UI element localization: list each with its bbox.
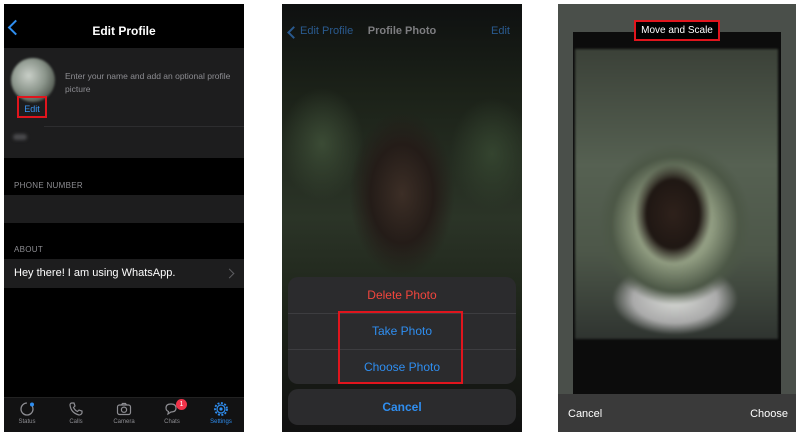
phone-number-field[interactable] [4,195,244,223]
edit-photo-button[interactable]: Edit [17,96,47,118]
phone-number-label: PHONE NUMBER [14,181,83,190]
tab-label: Status [18,419,36,425]
highlight-box [338,311,463,384]
tab-label: Settings [210,419,232,425]
unread-badge: 1 [176,399,187,410]
edit-button[interactable]: Edit [491,25,510,37]
title-bar: Move and Scale [558,20,796,41]
profile-card: Enter your name and add an optional prof… [4,48,244,158]
tab-label: Camera [113,419,135,425]
delete-photo-button[interactable]: Delete Photo [288,278,516,313]
nav-bar: Edit Profile Profile Photo Edit [282,4,522,48]
page-title: Profile Photo [367,25,437,37]
tab-chats[interactable]: 1 Chats [152,399,192,425]
tab-settings[interactable]: Settings [201,401,241,425]
name-field[interactable] [13,134,27,140]
profile-hint: Enter your name and add an optional prof… [65,71,231,94]
phone-icon [69,402,83,416]
edit-profile-screen: Edit Profile Enter your name and add an … [4,4,244,432]
chevron-right-icon [224,268,235,279]
nav-bar: Edit Profile [4,4,244,48]
about-text: Hey there! I am using WhatsApp. [14,267,176,279]
camera-icon [116,402,132,416]
photo-crop-area[interactable] [575,49,778,339]
tab-label: Chats [164,419,180,425]
gear-icon [214,402,228,416]
status-icon [20,402,34,416]
tab-camera[interactable]: Camera [104,401,144,425]
profile-photo-screen: Edit Profile Profile Photo Edit Delete P… [282,4,522,432]
tab-status[interactable]: Status [7,401,47,425]
cancel-button[interactable]: Cancel [568,408,602,420]
bottom-toolbar: Cancel Choose [558,394,796,432]
divider [44,126,244,127]
tab-calls[interactable]: Calls [56,401,96,425]
move-and-scale-screen: Move and Scale Cancel Choose [558,4,796,432]
page-title: Edit Profile [92,24,156,38]
cancel-button[interactable]: Cancel [288,389,516,425]
page-title: Move and Scale [634,20,720,41]
choose-button[interactable]: Choose [750,408,788,420]
about-row[interactable]: Hey there! I am using WhatsApp. [4,259,244,288]
tab-label: Calls [69,419,83,425]
about-label: ABOUT [14,245,44,254]
tab-bar: Status Calls Camera 1 Chats Settings [4,397,244,432]
